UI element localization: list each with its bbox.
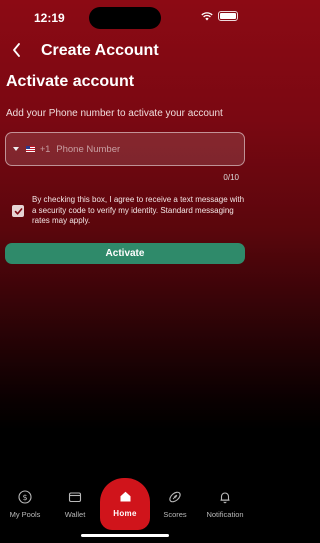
activate-button[interactable]: Activate: [5, 243, 245, 264]
bell-icon: [220, 492, 230, 504]
consent-checkbox[interactable]: [12, 205, 24, 217]
status-time: 12:19: [34, 11, 65, 25]
football-icon: [169, 491, 181, 503]
dynamic-island: [89, 7, 161, 29]
us-flag-icon[interactable]: [26, 146, 35, 152]
tab-scores[interactable]: Scores: [152, 490, 198, 519]
status-icons: [201, 11, 238, 21]
sms-consent: By checking this box, I agree to receive…: [12, 195, 248, 227]
page-title: Create Account: [41, 42, 159, 59]
tab-label: Notification: [206, 510, 244, 519]
tab-label: Scores: [163, 510, 187, 519]
tab-wallet[interactable]: Wallet: [52, 490, 98, 519]
nav-header: Create Account: [0, 38, 250, 64]
tab-label: My Pools: [9, 510, 41, 519]
tab-label: Home: [113, 509, 137, 518]
phone-number-input[interactable]: [56, 137, 244, 161]
status-bar: 12:19: [0, 0, 250, 34]
phone-number-field: +1: [5, 132, 245, 166]
home-icon: [120, 491, 130, 502]
svg-text:$: $: [22, 493, 27, 502]
dollar-circle-icon: $: [18, 490, 32, 504]
consent-text: By checking this box, I agree to receive…: [32, 195, 245, 225]
tab-label: Wallet: [64, 510, 86, 519]
tab-notification[interactable]: Notification: [202, 490, 248, 519]
tab-my-pools[interactable]: $ My Pools: [2, 490, 48, 519]
section-heading: Activate account: [6, 73, 135, 90]
country-dropdown-caret-icon[interactable]: [13, 147, 19, 151]
section-subtitle: Add your Phone number to activate your a…: [6, 108, 223, 119]
wallet-icon: [68, 492, 82, 503]
wifi-icon: [201, 11, 213, 20]
home-indicator: [81, 534, 169, 537]
country-code[interactable]: +1: [40, 144, 50, 154]
char-counter: 0/10: [223, 173, 239, 182]
battery-icon: [218, 11, 238, 21]
checkmark-icon: [14, 207, 22, 215]
tab-home[interactable]: Home: [100, 478, 150, 530]
back-chevron-icon[interactable]: [10, 41, 24, 59]
